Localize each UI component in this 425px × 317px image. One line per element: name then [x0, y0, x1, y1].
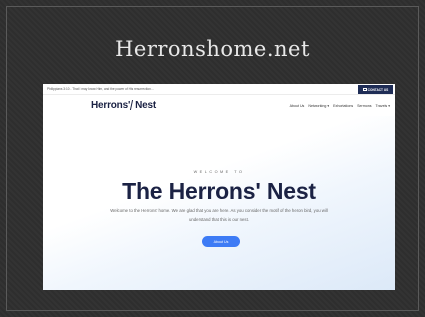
website-screenshot: Philippians 3:10 - That I may know Him, …	[43, 84, 395, 290]
logo-text-left: Herrons'	[91, 100, 131, 111]
contact-us-button[interactable]: CONTACT US	[358, 85, 393, 94]
chevron-down-icon: ▾	[327, 104, 330, 108]
navbar: Herrons' Nest About Us Networking ▾ Exhor…	[43, 95, 395, 116]
nav-item-exhortations[interactable]: Exhortations	[333, 104, 353, 108]
main-nav: About Us Networking ▾ Exhortations Sermo…	[290, 104, 390, 108]
nav-item-travels-label: Travels	[375, 104, 388, 108]
site-logo[interactable]: Herrons' Nest	[91, 100, 156, 111]
nav-item-travels[interactable]: Travels ▾	[376, 104, 390, 108]
contact-us-label: CONTACT US	[367, 87, 389, 92]
nav-item-about-us[interactable]: About Us	[290, 104, 305, 108]
hero-welcome: WELCOME TO	[193, 170, 245, 174]
hero-headline: The Herrons' Nest	[122, 178, 316, 204]
top-bar: Philippians 3:10 - That I may know Him, …	[43, 84, 395, 95]
nav-item-sermons[interactable]: Sermons	[357, 104, 371, 108]
nav-item-networking[interactable]: Networking ▾	[308, 104, 329, 108]
topbar-verse: Philippians 3:10 - That I may know Him, …	[47, 87, 154, 91]
chevron-down-icon: ▾	[388, 104, 390, 108]
logo-text-right: Nest	[135, 100, 156, 111]
mail-icon	[362, 88, 367, 91]
nav-item-networking-label: Networking	[308, 104, 327, 108]
about-us-button[interactable]: About Us	[202, 236, 240, 247]
slide-title: Herronshome.net	[115, 37, 310, 61]
hero-section: WELCOME TO The Herrons' Nest Welcome to …	[43, 116, 395, 290]
hero-description: Welcome to the Herrons' home. We are gla…	[110, 208, 328, 222]
